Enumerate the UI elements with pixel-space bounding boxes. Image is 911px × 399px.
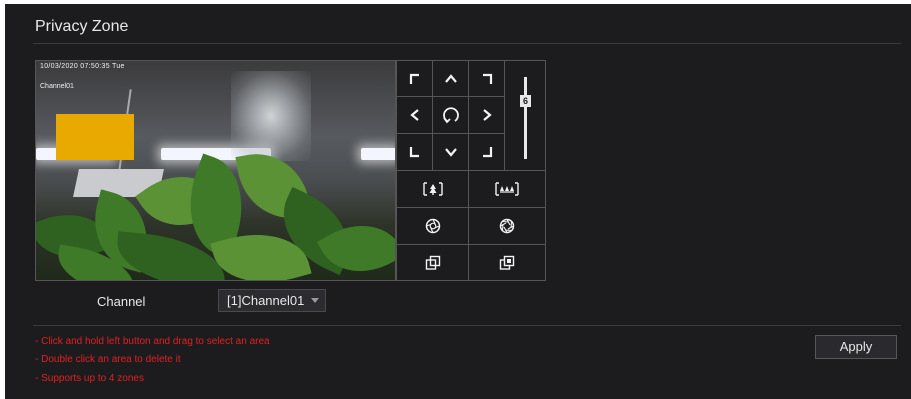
channel-select-value: [1]Channel01 — [227, 293, 305, 308]
ptz-up-button[interactable] — [432, 60, 469, 97]
hint-text: - Double click an area to delete it — [35, 354, 181, 365]
iris-close-icon — [499, 218, 515, 234]
live-video-preview[interactable]: 10/03/2020 07:50:35 Tue Channel01 — [35, 60, 396, 281]
arrow-down-left-icon — [409, 147, 419, 158]
apply-button[interactable]: Apply — [815, 335, 897, 359]
ptz-right-button[interactable] — [468, 96, 505, 134]
zoom-slider-handle[interactable]: 6 — [520, 95, 531, 107]
form-divider — [33, 325, 901, 326]
focus-far-button[interactable] — [468, 244, 546, 281]
ceiling-light — [361, 148, 395, 160]
arrow-left-icon — [409, 109, 419, 121]
rotate-auto-icon — [442, 107, 459, 124]
ptz-control-panel: 6 — [396, 60, 546, 281]
ptz-left-button[interactable] — [396, 96, 433, 134]
arrow-up-icon — [444, 73, 457, 83]
ptz-up-right-button[interactable] — [468, 60, 505, 97]
arrow-right-icon — [482, 109, 492, 121]
title-divider — [33, 43, 901, 44]
ptz-down-button[interactable] — [432, 133, 469, 171]
channel-label: Channel — [97, 294, 146, 309]
ptz-down-right-button[interactable] — [468, 133, 505, 171]
hint-text: - Supports up to 4 zones — [35, 373, 144, 384]
zoom-slider-track[interactable] — [524, 77, 527, 159]
zoom-in-button[interactable] — [396, 170, 469, 208]
arrow-up-left-icon — [409, 73, 419, 84]
focus-near-icon — [425, 255, 440, 270]
window-glow — [231, 71, 311, 161]
privacy-mask-area[interactable] — [56, 114, 134, 160]
focus-far-icon — [499, 255, 515, 270]
arrow-down-right-icon — [482, 147, 492, 158]
osd-datetime: 10/03/2020 07:50:35 Tue — [40, 63, 125, 70]
arrow-down-icon — [444, 148, 457, 157]
ptz-up-left-button[interactable] — [396, 60, 433, 97]
ptz-down-left-button[interactable] — [396, 133, 433, 171]
focus-near-button[interactable] — [396, 244, 469, 281]
iris-close-button[interactable] — [468, 207, 546, 245]
zoom-out-button[interactable] — [468, 170, 546, 208]
zoom-in-icon — [422, 182, 443, 196]
osd-channel-name: Channel01 — [40, 83, 74, 90]
hint-text: - Click and hold left button and drag to… — [35, 336, 270, 347]
chevron-down-icon — [311, 298, 319, 303]
zoom-out-icon — [495, 182, 519, 196]
page-title: Privacy Zone — [35, 18, 129, 35]
ptz-auto-scan-button[interactable] — [432, 96, 469, 134]
arrow-up-right-icon — [482, 73, 492, 84]
iris-open-button[interactable] — [396, 207, 469, 245]
channel-select[interactable]: [1]Channel01 — [218, 289, 326, 312]
iris-open-icon — [425, 218, 440, 234]
